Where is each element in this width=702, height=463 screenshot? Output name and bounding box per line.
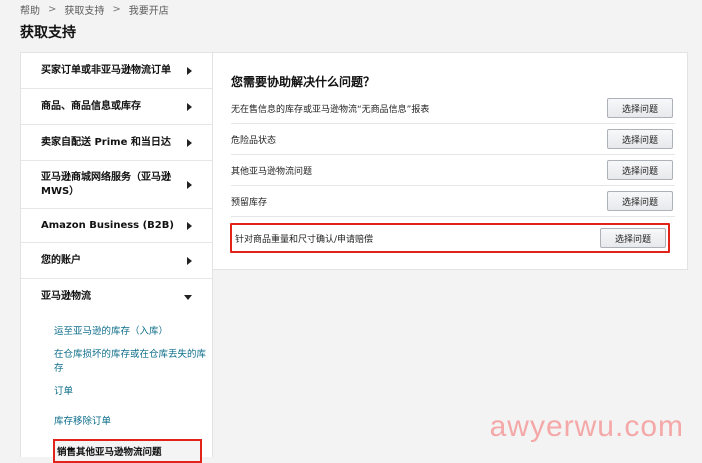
chevron-right-icon xyxy=(187,256,192,265)
question-label: 无在售信息的库存或亚马逊物流“无商品信息”报表 xyxy=(231,104,430,115)
breadcrumb-get-support[interactable]: 获取支持 xyxy=(64,2,104,17)
question-label: 预留库存 xyxy=(231,197,268,208)
sidebar-item-label: 商品、商品信息或库存 xyxy=(41,100,141,112)
sidebar-item-label: 您的账户 xyxy=(41,254,81,266)
chevron-right-icon xyxy=(187,66,192,75)
select-question-button[interactable]: 选择问题 xyxy=(607,191,673,211)
question-row: 无在售信息的库存或亚马逊物流“无商品信息”报表 选择问题 xyxy=(231,93,675,124)
chevron-right-icon xyxy=(187,138,192,147)
sidebar-item-label: 亚马逊商城网络服务（亚马逊 MWS） xyxy=(41,171,171,197)
question-row-highlighted: 针对商品重量和尺寸确认/申请赔偿 选择问题 xyxy=(230,223,670,253)
chevron-down-icon xyxy=(184,294,192,300)
sidebar-item-seller-prime[interactable]: 卖家自配送 Prime 和当日达 xyxy=(21,125,212,161)
question-row: 其他亚马逊物流问题 选择问题 xyxy=(231,155,675,186)
breadcrumb-separator: > xyxy=(48,4,57,15)
select-question-button[interactable]: 选择问题 xyxy=(607,160,673,180)
page-title: 获取支持 xyxy=(20,25,76,41)
select-question-button[interactable]: 选择问题 xyxy=(607,98,673,118)
panel-title: 您需要协助解决什么问题？ xyxy=(231,75,376,89)
sidebar-subitem-inbound[interactable]: 运至亚马逊的库存（入库） xyxy=(21,315,212,345)
question-label: 其他亚马逊物流问题 xyxy=(231,166,313,177)
question-row: 危险品状态 选择问题 xyxy=(231,124,675,155)
question-label: 危险品状态 xyxy=(231,135,277,146)
sidebar-item-buyer-orders[interactable]: 买家订单或非亚马逊物流订单 xyxy=(21,53,212,89)
watermark: awyerwu.com xyxy=(489,410,684,443)
select-question-button[interactable]: 选择问题 xyxy=(600,228,666,248)
breadcrumb: 帮助 > 获取支持 > 我要开店 xyxy=(20,2,169,17)
sidebar: 买家订单或非亚马逊物流订单 商品、商品信息或库存 卖家自配送 Prime 和当日… xyxy=(20,52,213,463)
breadcrumb-open-store: 我要开店 xyxy=(128,6,169,17)
sidebar-item-b2b[interactable]: Amazon Business (B2B) xyxy=(21,209,212,243)
question-panel: 您需要协助解决什么问题？ 无在售信息的库存或亚马逊物流“无商品信息”报表 选择问… xyxy=(212,52,688,270)
chevron-right-icon xyxy=(187,221,192,230)
breadcrumb-help[interactable]: 帮助 xyxy=(20,2,40,17)
breadcrumb-separator: > xyxy=(112,4,121,15)
chevron-right-icon xyxy=(187,180,192,189)
question-row: 预留库存 选择问题 xyxy=(231,186,675,217)
sidebar-item-listings[interactable]: 商品、商品信息或库存 xyxy=(21,89,212,125)
sidebar-subitem-removal-orders[interactable]: 库存移除订单 xyxy=(21,405,212,435)
sidebar-item-account[interactable]: 您的账户 xyxy=(21,243,212,279)
select-question-button[interactable]: 选择问题 xyxy=(607,129,673,149)
sidebar-subitem-orders[interactable]: 订单 xyxy=(21,375,212,405)
sidebar-item-label: 买家订单或非亚马逊物流订单 xyxy=(41,64,171,76)
sidebar-subitem-other-fba[interactable]: 销售其他亚马逊物流问题 xyxy=(53,439,202,463)
question-label: 针对商品重量和尺寸确认/申请赔偿 xyxy=(235,234,374,245)
sidebar-item-label: 卖家自配送 Prime 和当日达 xyxy=(41,136,171,148)
chevron-right-icon xyxy=(187,102,192,111)
sidebar-item-fba[interactable]: 亚马逊物流 xyxy=(21,279,212,315)
sidebar-item-label: 亚马逊物流 xyxy=(41,291,91,302)
sidebar-item-label: Amazon Business (B2B) xyxy=(41,219,174,231)
sidebar-item-mws[interactable]: 亚马逊商城网络服务（亚马逊 MWS） xyxy=(21,161,212,209)
sidebar-subitem-damaged-lost[interactable]: 在仓库损坏的库存或在仓库丢失的库存 xyxy=(21,345,212,375)
